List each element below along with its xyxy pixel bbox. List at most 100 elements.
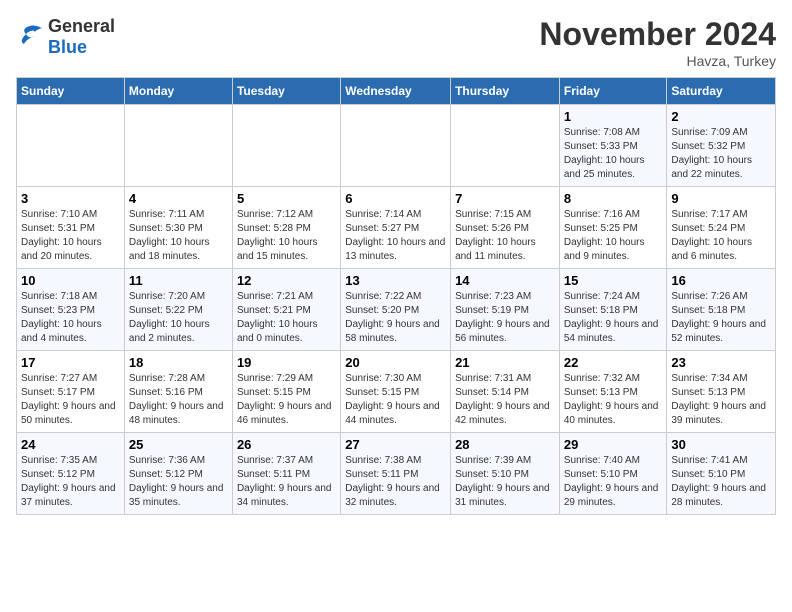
week-row-3: 10 Sunrise: 7:18 AM Sunset: 5:23 PM Dayli…	[17, 269, 776, 351]
day-cell	[17, 105, 125, 187]
day-number: 28	[455, 437, 555, 452]
day-cell: 12 Sunrise: 7:21 AM Sunset: 5:21 PM Dayli…	[232, 269, 340, 351]
day-number: 25	[129, 437, 228, 452]
day-cell: 14 Sunrise: 7:23 AM Sunset: 5:19 PM Dayli…	[451, 269, 560, 351]
day-cell: 17 Sunrise: 7:27 AM Sunset: 5:17 PM Dayli…	[17, 351, 125, 433]
day-cell: 9Sunrise: 7:17 AM Sunset: 5:24 PM Daylig…	[667, 187, 776, 269]
day-info: Sunrise: 7:27 AM Sunset: 5:17 PM Dayligh…	[21, 372, 120, 428]
day-info: Sunrise: 7:36 AM Sunset: 5:12 PM Dayligh…	[129, 454, 228, 510]
calendar-title: November 2024	[539, 16, 776, 53]
day-info: Sunrise: 7:30 AM Sunset: 5:15 PM Dayligh…	[345, 372, 446, 428]
day-number: 30	[671, 437, 771, 452]
day-number: 19	[237, 355, 336, 370]
logo-general: General	[48, 16, 115, 36]
logo: General Blue	[16, 16, 115, 58]
day-cell	[124, 105, 232, 187]
day-info: Sunrise: 7:26 AM Sunset: 5:18 PM Dayligh…	[671, 290, 771, 346]
day-info: Sunrise: 7:34 AM Sunset: 5:13 PM Dayligh…	[671, 372, 771, 428]
header-day-thursday: Thursday	[451, 78, 560, 105]
day-info: Sunrise: 7:23 AM Sunset: 5:19 PM Dayligh…	[455, 290, 555, 346]
header-day-monday: Monday	[124, 78, 232, 105]
day-number: 21	[455, 355, 555, 370]
header: General Blue November 2024 Havza, Turkey	[16, 16, 776, 69]
day-cell: 3Sunrise: 7:10 AM Sunset: 5:31 PM Daylig…	[17, 187, 125, 269]
day-cell: 4 Sunrise: 7:11 AM Sunset: 5:30 PM Daylig…	[124, 187, 232, 269]
day-number: 13	[345, 273, 446, 288]
day-number: 7	[455, 191, 555, 206]
day-info: Sunrise: 7:20 AM Sunset: 5:22 PM Dayligh…	[129, 290, 228, 346]
day-number: 16	[671, 273, 771, 288]
title-section: November 2024 Havza, Turkey	[539, 16, 776, 69]
day-cell: 16 Sunrise: 7:26 AM Sunset: 5:18 PM Dayli…	[667, 269, 776, 351]
day-cell: 8 Sunrise: 7:16 AM Sunset: 5:25 PM Daylig…	[559, 187, 667, 269]
day-number: 17	[21, 355, 120, 370]
week-row-2: 3Sunrise: 7:10 AM Sunset: 5:31 PM Daylig…	[17, 187, 776, 269]
day-info: Sunrise: 7:18 AM Sunset: 5:23 PM Dayligh…	[21, 290, 120, 346]
header-day-tuesday: Tuesday	[232, 78, 340, 105]
day-cell: 13 Sunrise: 7:22 AM Sunset: 5:20 PM Dayli…	[341, 269, 451, 351]
day-number: 1	[564, 109, 663, 124]
day-number: 8	[564, 191, 663, 206]
logo-blue: Blue	[48, 37, 87, 57]
day-info: Sunrise: 7:39 AM Sunset: 5:10 PM Dayligh…	[455, 454, 555, 510]
day-cell: 30 Sunrise: 7:41 AM Sunset: 5:10 PM Dayli…	[667, 433, 776, 515]
day-number: 11	[129, 273, 228, 288]
day-info: Sunrise: 7:37 AM Sunset: 5:11 PM Dayligh…	[237, 454, 336, 510]
day-info: Sunrise: 7:09 AM Sunset: 5:32 PM Dayligh…	[671, 126, 771, 182]
day-info: Sunrise: 7:16 AM Sunset: 5:25 PM Dayligh…	[564, 208, 663, 264]
day-cell: 29Sunrise: 7:40 AM Sunset: 5:10 PM Dayli…	[559, 433, 667, 515]
week-row-1: 1 Sunrise: 7:08 AM Sunset: 5:33 PM Daylig…	[17, 105, 776, 187]
day-number: 12	[237, 273, 336, 288]
day-info: Sunrise: 7:11 AM Sunset: 5:30 PM Dayligh…	[129, 208, 228, 264]
calendar-table: SundayMondayTuesdayWednesdayThursdayFrid…	[16, 77, 776, 515]
day-number: 26	[237, 437, 336, 452]
day-number: 24	[21, 437, 120, 452]
day-info: Sunrise: 7:29 AM Sunset: 5:15 PM Dayligh…	[237, 372, 336, 428]
day-cell: 1 Sunrise: 7:08 AM Sunset: 5:33 PM Daylig…	[559, 105, 667, 187]
day-number: 18	[129, 355, 228, 370]
day-cell: 25 Sunrise: 7:36 AM Sunset: 5:12 PM Dayli…	[124, 433, 232, 515]
day-cell: 6 Sunrise: 7:14 AM Sunset: 5:27 PM Daylig…	[341, 187, 451, 269]
day-cell: 11 Sunrise: 7:20 AM Sunset: 5:22 PM Dayli…	[124, 269, 232, 351]
day-number: 20	[345, 355, 446, 370]
day-cell: 19 Sunrise: 7:29 AM Sunset: 5:15 PM Dayli…	[232, 351, 340, 433]
day-info: Sunrise: 7:38 AM Sunset: 5:11 PM Dayligh…	[345, 454, 446, 510]
calendar-header-row: SundayMondayTuesdayWednesdayThursdayFrid…	[17, 78, 776, 105]
day-cell: 24Sunrise: 7:35 AM Sunset: 5:12 PM Dayli…	[17, 433, 125, 515]
header-day-wednesday: Wednesday	[341, 78, 451, 105]
header-day-friday: Friday	[559, 78, 667, 105]
day-cell: 15Sunrise: 7:24 AM Sunset: 5:18 PM Dayli…	[559, 269, 667, 351]
day-cell	[451, 105, 560, 187]
week-row-5: 24Sunrise: 7:35 AM Sunset: 5:12 PM Dayli…	[17, 433, 776, 515]
calendar-subtitle: Havza, Turkey	[539, 53, 776, 69]
day-cell: 10 Sunrise: 7:18 AM Sunset: 5:23 PM Dayli…	[17, 269, 125, 351]
day-cell: 28 Sunrise: 7:39 AM Sunset: 5:10 PM Dayli…	[451, 433, 560, 515]
day-cell: 21Sunrise: 7:31 AM Sunset: 5:14 PM Dayli…	[451, 351, 560, 433]
day-number: 10	[21, 273, 120, 288]
day-info: Sunrise: 7:32 AM Sunset: 5:13 PM Dayligh…	[564, 372, 663, 428]
day-number: 22	[564, 355, 663, 370]
day-info: Sunrise: 7:08 AM Sunset: 5:33 PM Dayligh…	[564, 126, 663, 182]
day-number: 2	[671, 109, 771, 124]
day-info: Sunrise: 7:15 AM Sunset: 5:26 PM Dayligh…	[455, 208, 555, 264]
day-info: Sunrise: 7:12 AM Sunset: 5:28 PM Dayligh…	[237, 208, 336, 264]
day-number: 9	[671, 191, 771, 206]
day-number: 27	[345, 437, 446, 452]
day-cell: 20 Sunrise: 7:30 AM Sunset: 5:15 PM Dayli…	[341, 351, 451, 433]
day-cell: 22 Sunrise: 7:32 AM Sunset: 5:13 PM Dayli…	[559, 351, 667, 433]
day-number: 3	[21, 191, 120, 206]
day-number: 6	[345, 191, 446, 206]
day-info: Sunrise: 7:22 AM Sunset: 5:20 PM Dayligh…	[345, 290, 446, 346]
day-number: 4	[129, 191, 228, 206]
week-row-4: 17 Sunrise: 7:27 AM Sunset: 5:17 PM Dayli…	[17, 351, 776, 433]
day-info: Sunrise: 7:21 AM Sunset: 5:21 PM Dayligh…	[237, 290, 336, 346]
day-number: 5	[237, 191, 336, 206]
day-info: Sunrise: 7:41 AM Sunset: 5:10 PM Dayligh…	[671, 454, 771, 510]
day-cell: 18Sunrise: 7:28 AM Sunset: 5:16 PM Dayli…	[124, 351, 232, 433]
day-number: 14	[455, 273, 555, 288]
day-cell	[341, 105, 451, 187]
header-day-sunday: Sunday	[17, 78, 125, 105]
day-cell	[232, 105, 340, 187]
day-cell: 2 Sunrise: 7:09 AM Sunset: 5:32 PM Daylig…	[667, 105, 776, 187]
day-info: Sunrise: 7:14 AM Sunset: 5:27 PM Dayligh…	[345, 208, 446, 264]
